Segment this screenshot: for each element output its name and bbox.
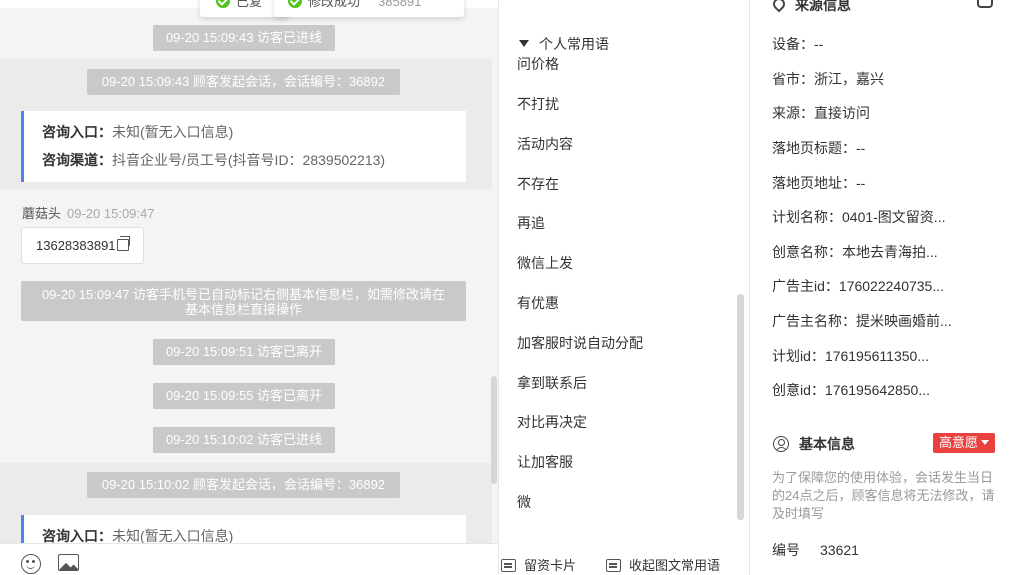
source-device: 设备：--: [772, 36, 824, 52]
toast-success: 修改成功 385891: [274, 0, 464, 17]
phrase-group-personal[interactable]: 个人常用语: [519, 34, 609, 54]
edit-deadline-notice: 为了保障您的使用体验，会话发生当日的24点之后，顾客信息将无法修改，请及时填写: [772, 470, 995, 521]
phrase-item[interactable]: 不打扰: [517, 94, 559, 114]
caret-down-icon: [981, 440, 990, 445]
phone-message-bubble[interactable]: 13628383891: [21, 227, 144, 264]
consult-info-card: 咨询入口：未知(暂无入口信息) 咨询渠道：抖音企业号/员工号(抖音号ID：283…: [21, 111, 466, 182]
source-landing-title: 落地页标题：--: [772, 140, 866, 156]
session-start-block: 09-20 15:10:02 顾客发起会话，会话编号：36892 咨询入口：未知…: [0, 463, 492, 555]
lead-card-button[interactable]: 留资卡片: [501, 555, 576, 574]
quick-phrases-panel: 个人常用语 问价格 不打扰 活动内容 不存在 再追 微信上发 有优惠 加客服时说…: [498, 0, 750, 575]
source-origin: 来源：直接访问: [772, 105, 870, 121]
source-info-title: 来源信息: [770, 0, 851, 15]
phone-auto-mark-notice: 09-20 15:09:47 访客手机号已自动标记右侧基本信息栏，如需修改请在 …: [21, 281, 466, 321]
system-message: 09-20 15:09:43 访客已进线: [153, 25, 335, 51]
phrase-item[interactable]: 拿到联系后: [517, 373, 587, 393]
card-icon: [606, 559, 621, 572]
phrase-item[interactable]: 问价格: [517, 54, 559, 74]
phrases-bottom-bar: 留资卡片 收起图文常用语: [499, 553, 749, 575]
customer-info-panel: 来源信息 设备：-- 省市：浙江，嘉兴 来源：直接访问 落地页标题：-- 落地页…: [751, 0, 1020, 575]
phrase-item[interactable]: 微信上发: [517, 253, 573, 273]
settings-icon[interactable]: [977, 0, 993, 8]
source-region: 省市：浙江，嘉兴: [772, 71, 884, 87]
phrase-item[interactable]: 不存在: [517, 174, 559, 194]
check-icon: [288, 0, 302, 8]
chat-input-toolbar: [0, 543, 498, 575]
system-message: 09-20 15:09:55 访客已离开: [153, 383, 335, 409]
location-pin-icon: [770, 0, 788, 13]
source-landing-url: 落地页地址：--: [772, 175, 866, 191]
source-creative-id: 创意id：176195642850...: [772, 382, 931, 398]
user-icon: [773, 436, 789, 452]
emoji-icon[interactable]: [21, 554, 41, 574]
phrase-item[interactable]: 微: [517, 492, 531, 512]
source-advertiser-id: 广告主id：176022240735...: [772, 278, 945, 294]
phrase-item[interactable]: 再追: [517, 213, 545, 233]
phrases-scrollbar[interactable]: [737, 294, 744, 520]
phrase-item[interactable]: 活动内容: [517, 134, 573, 154]
phrase-item[interactable]: 加客服时说自动分配: [517, 333, 643, 353]
copy-icon[interactable]: [116, 236, 130, 251]
message-sender: 蘑菇头 09-20 15:09:47: [22, 206, 155, 221]
consult-channel-row: 咨询渠道：抖音企业号/员工号(抖音号ID：2839502213): [42, 152, 386, 168]
image-icon[interactable]: [58, 554, 79, 571]
phrase-item[interactable]: 对比再决定: [517, 412, 587, 432]
caret-down-icon: [519, 40, 529, 47]
system-message: 09-20 15:10:02 访客已进线: [153, 427, 335, 453]
system-message: 09-20 15:09:43 顾客发起会话，会话编号：36892: [87, 69, 400, 95]
source-advertiser-name: 广告主名称：提米映画婚前...: [772, 313, 952, 329]
phrase-item[interactable]: 让加客服: [517, 452, 573, 472]
source-plan-id: 计划id：176195611350...: [772, 348, 929, 364]
collapse-phrases-button[interactable]: 收起图文常用语: [606, 555, 720, 574]
check-icon: [216, 0, 230, 8]
phrase-item[interactable]: 有优惠: [517, 293, 559, 313]
customer-number-row: 编号 33621: [772, 542, 859, 558]
source-plan-name: 计划名称：0401-图文留资...: [772, 209, 946, 225]
chat-scrollbar[interactable]: [491, 376, 497, 484]
chat-panel[interactable]: 已复 修改成功 385891 09-20 15:09:43 访客已进线 09-20…: [0, 0, 498, 575]
card-icon: [501, 559, 516, 572]
system-message: 09-20 15:09:51 访客已离开: [153, 339, 335, 365]
basic-info-title: 基本信息: [773, 434, 855, 454]
intent-level-dropdown[interactable]: 高意愿: [933, 433, 996, 453]
system-message: 09-20 15:10:02 顾客发起会话，会话编号：36892: [87, 472, 400, 498]
source-creative-name: 创意名称：本地去青海拍...: [772, 244, 938, 260]
session-start-block: 09-20 15:09:43 顾客发起会话，会话编号：36892 咨询入口：未知…: [0, 59, 492, 189]
consult-entry-row: 咨询入口：未知(暂无入口信息): [42, 124, 234, 140]
